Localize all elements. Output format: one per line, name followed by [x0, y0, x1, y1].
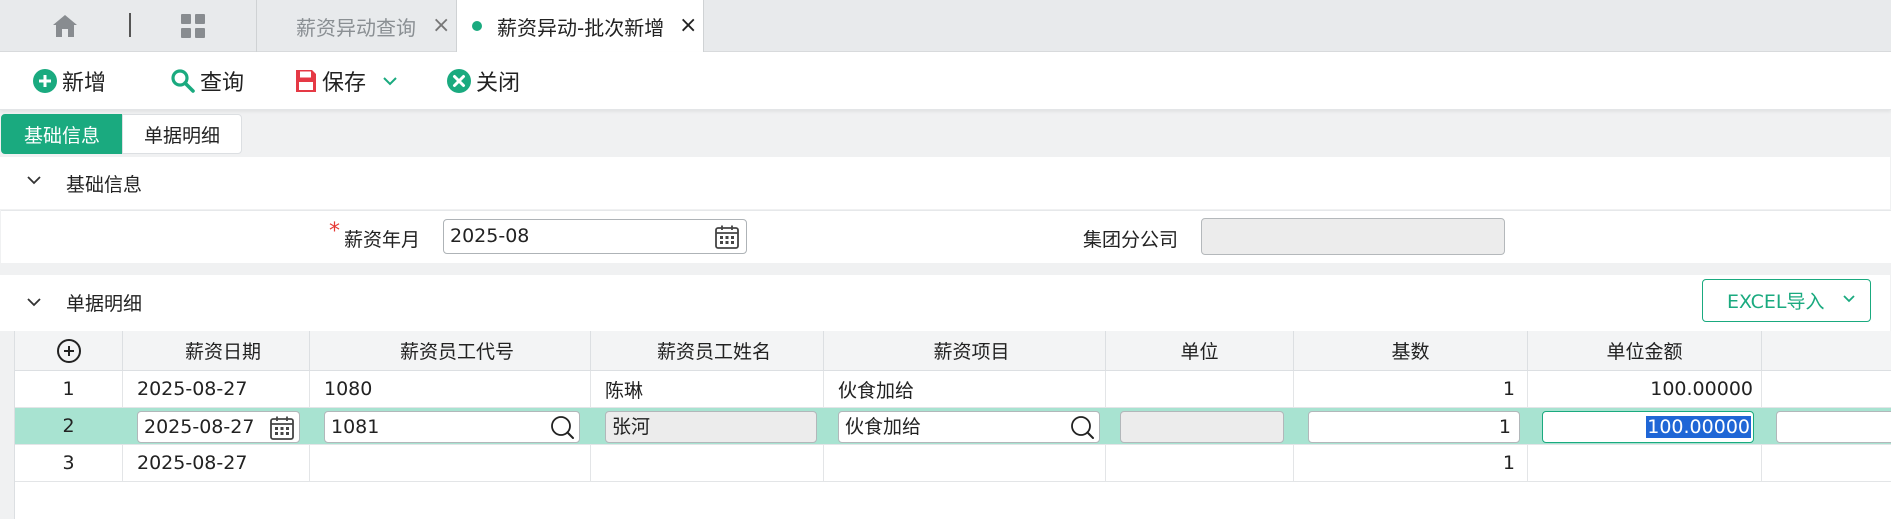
top-tab-bar: 薪资异动查询 × 薪资异动-批次新增 ×: [0, 0, 1891, 52]
calendar-icon[interactable]: [269, 415, 295, 441]
add-button[interactable]: 新增: [32, 66, 106, 96]
salary-period-input[interactable]: 2025-08: [443, 219, 747, 254]
add-button-label: 新增: [62, 71, 107, 96]
column-header[interactable]: [1762, 331, 1891, 370]
floppy-disk-icon: [296, 70, 316, 92]
salary-period-label: 薪资年月: [344, 229, 421, 251]
column-header[interactable]: 薪资员工代号: [310, 331, 591, 370]
calendar-icon[interactable]: [714, 224, 740, 250]
home-icon[interactable]: [50, 12, 80, 40]
basic-info-form: * 薪资年月 2025-08 集团分公司: [1, 210, 1891, 263]
tab-document-detail[interactable]: 单据明细: [122, 114, 242, 154]
column-header[interactable]: 薪资项目: [824, 331, 1106, 370]
save-button-label: 保存: [322, 71, 367, 96]
toolbar-separator: [129, 13, 131, 37]
grid-icon[interactable]: [179, 12, 207, 40]
column-header[interactable]: 单位: [1106, 331, 1294, 370]
tab-label: 薪资异动查询: [296, 15, 416, 40]
employee-id-input[interactable]: 1081: [324, 411, 580, 443]
group-branch-label: 集团分公司: [1083, 229, 1179, 251]
chevron-down-icon[interactable]: [26, 297, 42, 307]
extra-cell[interactable]: [1762, 445, 1891, 481]
close-button[interactable]: 关闭: [446, 66, 520, 96]
unit-amount-value: 100.00000: [1646, 416, 1751, 438]
close-circle-icon: [447, 69, 471, 93]
salary-period-value: 2025-08: [450, 225, 530, 247]
column-header[interactable]: 薪资日期: [123, 331, 310, 370]
extra-cell[interactable]: [1762, 371, 1891, 407]
unit-amount-cell[interactable]: 100.00000: [1528, 371, 1762, 407]
query-button[interactable]: 查询: [170, 66, 244, 96]
close-icon[interactable]: ×: [679, 15, 697, 37]
employee-name-cell[interactable]: [591, 445, 824, 481]
table-row-selected[interactable]: 2 2025-08-27 1081 张河 伙食加给 1 100.00000: [15, 408, 1891, 445]
tab-salary-change-batch-add[interactable]: 薪资异动-批次新增 ×: [456, 0, 704, 52]
salary-item-cell[interactable]: [824, 445, 1106, 481]
salary-date-cell[interactable]: 2025-08-27: [123, 445, 310, 481]
extra-input[interactable]: [1776, 411, 1891, 443]
table-row[interactable]: 3 2025-08-27 1: [15, 445, 1891, 482]
action-toolbar: 新增 查询 保存 关闭: [0, 52, 1891, 110]
plus-circle-icon: [33, 69, 57, 93]
grid-header-row: 薪资日期 薪资员工代号 薪资员工姓名 薪资项目 单位 基数 单位金额: [15, 331, 1891, 371]
unit-amount-cell[interactable]: [1528, 445, 1762, 481]
employee-name-input: 张河: [605, 411, 817, 443]
column-header[interactable]: 薪资员工姓名: [591, 331, 824, 370]
base-cell[interactable]: 1: [1294, 371, 1528, 407]
search-icon: [171, 69, 195, 93]
section-title: 单据明细: [66, 293, 143, 315]
detail-section-header[interactable]: 单据明细: [0, 275, 1890, 331]
employee-id-cell[interactable]: 1080: [310, 371, 591, 407]
salary-date-value: 2025-08-27: [144, 416, 255, 438]
salary-item-cell[interactable]: 伙食加给: [824, 371, 1106, 407]
save-button[interactable]: 保存: [294, 66, 402, 96]
employee-name-cell[interactable]: 陈琳: [591, 371, 824, 407]
chevron-down-icon[interactable]: [382, 76, 398, 86]
group-branch-input[interactable]: [1201, 218, 1505, 255]
salary-item-value: 伙食加给: [845, 416, 922, 438]
detail-grid: 薪资日期 薪资员工代号 薪资员工姓名 薪资项目 单位 基数 单位金额 1 202…: [14, 331, 1891, 519]
salary-date-input[interactable]: 2025-08-27: [137, 411, 300, 443]
section-title: 基础信息: [66, 174, 143, 196]
unit-amount-input[interactable]: 100.00000: [1542, 411, 1754, 443]
row-number: 1: [15, 371, 123, 407]
section-tabs: 基础信息 单据明细: [0, 112, 1891, 154]
tab-label: 薪资异动-批次新增: [497, 15, 665, 40]
unit-input: [1120, 411, 1284, 443]
app-window: 薪资异动查询 × 薪资异动-批次新增 × 新增 查询 保存 关闭 基础信息 单据…: [0, 0, 1891, 519]
close-icon[interactable]: ×: [432, 15, 450, 37]
add-row-button[interactable]: [15, 331, 123, 370]
search-icon[interactable]: [1069, 415, 1095, 441]
basic-info-section-header[interactable]: 基础信息: [0, 157, 1890, 209]
chevron-down-icon[interactable]: [26, 175, 42, 185]
employee-id-cell[interactable]: [310, 445, 591, 481]
table-row[interactable]: 1 2025-08-27 1080 陈琳 伙食加给 1 100.00000: [15, 371, 1891, 408]
active-tab-dot-icon: [472, 21, 482, 31]
base-input[interactable]: 1: [1308, 411, 1520, 443]
column-header[interactable]: 单位金额: [1528, 331, 1762, 370]
tab-basic-info[interactable]: 基础信息: [1, 114, 123, 154]
section-gap: [1, 263, 1891, 275]
excel-import-button[interactable]: EXCEL导入: [1702, 279, 1871, 322]
excel-import-label: EXCEL导入: [1727, 291, 1825, 313]
required-marker: *: [329, 219, 340, 244]
employee-id-value: 1081: [331, 416, 380, 438]
close-button-label: 关闭: [476, 71, 521, 96]
query-button-label: 查询: [200, 71, 245, 96]
base-cell[interactable]: 1: [1294, 445, 1528, 481]
salary-date-cell[interactable]: 2025-08-27: [123, 371, 310, 407]
salary-item-input[interactable]: 伙食加给: [838, 411, 1100, 443]
unit-cell[interactable]: [1106, 371, 1294, 407]
tab-salary-change-query[interactable]: 薪资异动查询 ×: [257, 0, 455, 52]
plus-circle-icon: [56, 338, 81, 363]
chevron-down-icon[interactable]: [1842, 294, 1856, 304]
search-icon[interactable]: [549, 415, 575, 441]
unit-cell[interactable]: [1106, 445, 1294, 481]
row-number: 3: [15, 445, 123, 481]
column-header[interactable]: 基数: [1294, 331, 1528, 370]
row-number: 2: [15, 408, 123, 444]
